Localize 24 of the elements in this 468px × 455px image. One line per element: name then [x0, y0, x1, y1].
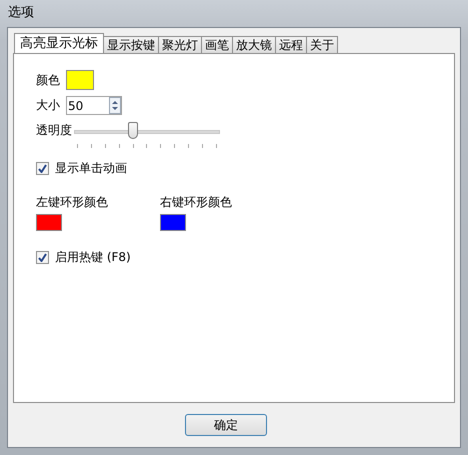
opacity-label: 透明度	[36, 122, 72, 139]
tab[interactable]: 画笔	[201, 36, 233, 53]
tab[interactable]: 聚光灯	[158, 36, 202, 53]
checkbox[interactable]	[36, 251, 49, 264]
color-swatch[interactable]	[66, 70, 94, 90]
opacity-slider[interactable]	[74, 122, 220, 150]
size-spinbox[interactable]: 50	[66, 96, 122, 115]
checkbox-label: 显示单击动画	[55, 160, 127, 177]
color-label: 颜色	[36, 72, 60, 88]
color-swatch[interactable]	[36, 214, 62, 231]
color-swatch[interactable]	[160, 214, 186, 231]
tab[interactable]: 远程	[275, 36, 307, 53]
checkbox-label: 启用热键 (F8)	[55, 249, 131, 266]
tab[interactable]: 放大镜	[232, 36, 276, 53]
ring-color-label: 右键环形颜色	[160, 194, 232, 211]
tab[interactable]: 显示按键	[103, 36, 159, 53]
tab[interactable]: 高亮显示光标	[14, 33, 104, 53]
size-label: 大小	[36, 97, 60, 114]
spin-arrows-icon[interactable]	[109, 97, 121, 114]
ring-color-label: 左键环形颜色	[36, 194, 108, 211]
window-title: 选项	[7, 4, 35, 22]
checkbox[interactable]	[36, 162, 49, 175]
tab[interactable]: 关于	[306, 36, 338, 53]
ok-button[interactable]: 确定	[185, 414, 267, 436]
